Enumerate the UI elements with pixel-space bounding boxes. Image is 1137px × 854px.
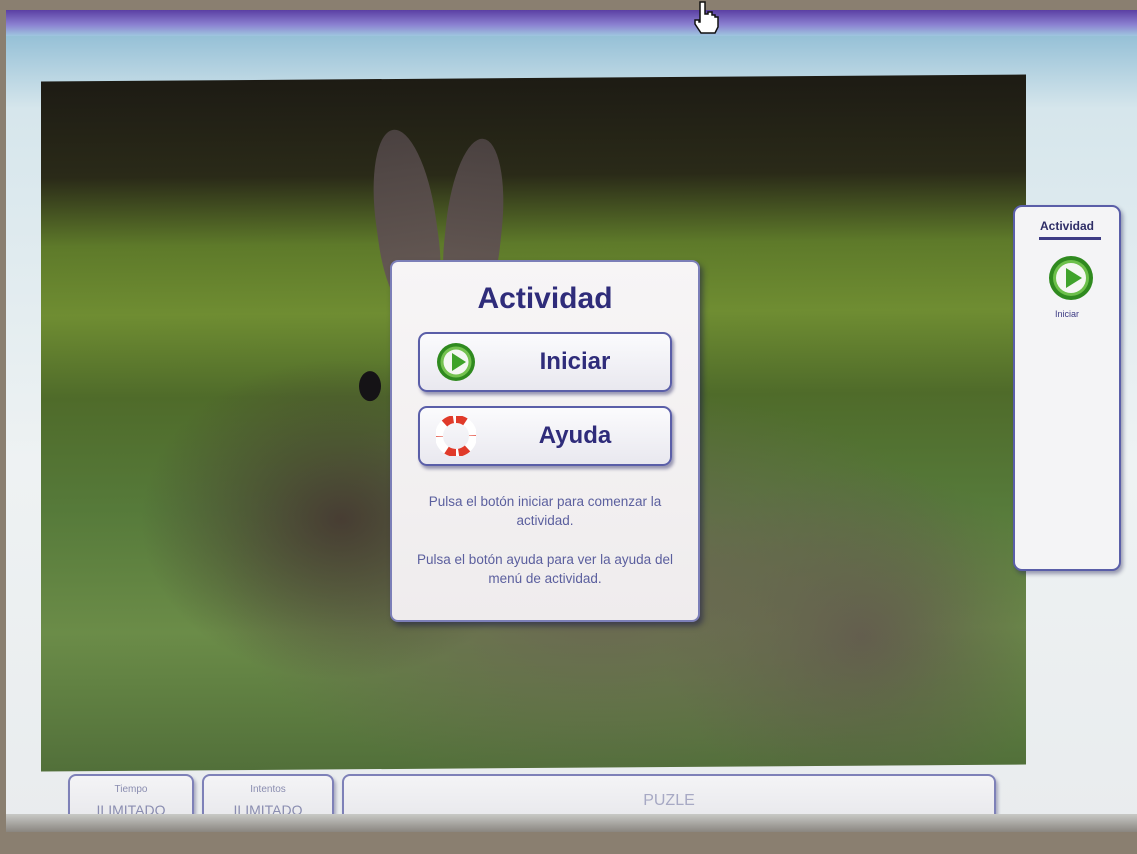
side-start-button[interactable] [1048,255,1094,301]
application-window: Actividad Iniciar Actividad Iniciar Ayud… [6,10,1137,832]
dialog-title: Actividad [477,282,613,315]
rabbit-eye [359,371,381,402]
window-top-bar [6,10,1137,36]
start-button[interactable]: Iniciar [418,332,672,392]
side-panel-title: Actividad [1039,219,1094,233]
side-activity-panel: Actividad Iniciar [1013,205,1121,571]
help-button[interactable]: Ayuda [418,406,672,466]
monitor-bezel-bottom [6,814,1137,832]
play-icon [1049,256,1093,300]
attempts-caption: Intentos [250,784,286,795]
help-instructions: Pulsa el botón ayuda para ver la ayuda d… [417,552,673,586]
help-button-label: Ayuda [538,422,612,449]
hand-pointer-icon [694,1,719,34]
side-start-label: Iniciar [1054,309,1079,319]
start-instructions: Pulsa el botón iniciar para comenzar la … [428,494,662,528]
activity-name: PUZLE [643,792,695,809]
lifebuoy-icon [436,416,476,456]
play-icon [437,343,475,381]
time-caption: Tiempo [114,784,148,795]
start-button-label: Iniciar [539,348,611,375]
side-panel-divider [1039,237,1101,240]
activity-dialog: Actividad Iniciar Ayuda Pulsa el botón i… [390,260,700,622]
